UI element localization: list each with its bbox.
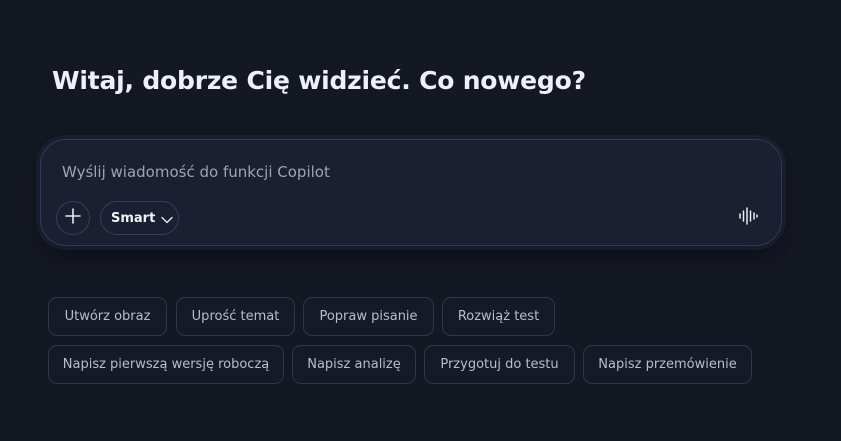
message-input[interactable] [62,160,702,184]
chevron-down-icon [161,209,174,228]
voice-waveform-icon [738,206,758,230]
message-composer: Smart [40,139,782,246]
add-attachment-button[interactable] [56,201,90,235]
suggestion-chip-prepare-for-test[interactable]: Przygotuj do testu [424,345,575,384]
copilot-home: Witaj, dobrze Cię widzieć. Co nowego? Sm… [0,0,841,441]
mode-selector-button[interactable]: Smart [100,201,179,235]
voice-input-button[interactable] [733,203,763,233]
suggestion-chip-solve-test[interactable]: Rozwiąż test [442,297,555,336]
suggestion-chip-improve-writing[interactable]: Popraw pisanie [303,297,434,336]
mode-selector-label: Smart [111,210,156,226]
plus-icon [64,207,82,229]
suggestion-chip-simplify-topic[interactable]: Uprość temat [176,297,295,336]
suggestion-chip-first-draft[interactable]: Napisz pierwszą wersję roboczą [48,345,284,384]
greeting-heading: Witaj, dobrze Cię widzieć. Co nowego? [52,66,586,95]
suggestion-chip-create-image[interactable]: Utwórz obraz [48,297,167,336]
suggestion-chip-write-speech[interactable]: Napisz przemówienie [583,345,752,384]
suggestion-chip-write-analysis[interactable]: Napisz analizę [292,345,416,384]
